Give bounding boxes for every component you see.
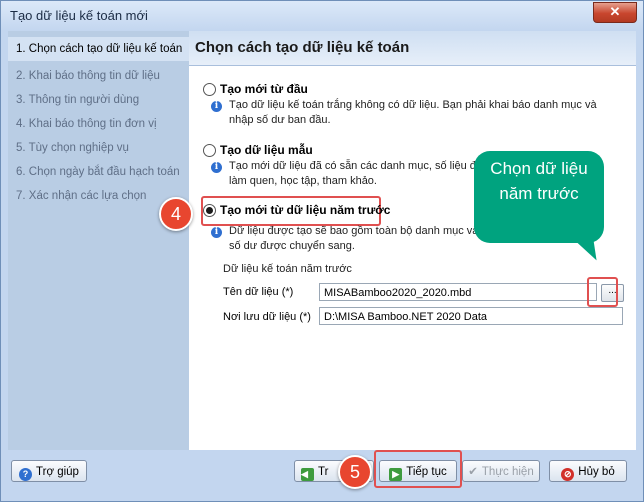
option-previous-year-radio[interactable] bbox=[203, 204, 216, 217]
step-2: 2. Khai báo thông tin dữ liệu bbox=[16, 70, 160, 82]
option-previous-year-desc: Dữ liệu được tạo sẽ bao gồm toàn bộ danh… bbox=[229, 225, 479, 252]
cancel-label: Hủy bỏ bbox=[578, 466, 615, 478]
step-badge-5: 5 bbox=[338, 455, 372, 489]
step-3: 3. Thông tin người dùng bbox=[16, 94, 140, 106]
option-sample-data-radio[interactable] bbox=[203, 144, 216, 157]
section-header: Chọn cách tạo dữ liệu kế toán bbox=[189, 31, 636, 66]
option-new-from-scratch-desc: Tạo dữ liệu kế toán trắng không có dữ li… bbox=[229, 99, 597, 126]
info-icon: i bbox=[211, 162, 222, 173]
option-previous-year-label[interactable]: Tạo mới từ dữ liệu năm trước bbox=[220, 203, 390, 217]
data-name-label: Tên dữ liệu (*) bbox=[223, 286, 294, 298]
data-name-field[interactable]: MISABamboo2020_2020.mbd bbox=[319, 283, 597, 301]
close-button[interactable]: ✕ bbox=[593, 2, 637, 23]
step-badge-4: 4 bbox=[159, 197, 193, 231]
callout-bubble: Chọn dữ liệu năm trước bbox=[474, 151, 604, 243]
step-1: 1. Chọn cách tạo dữ liệu kế toán bbox=[8, 37, 189, 61]
location-label: Nơi lưu dữ liệu (*) bbox=[223, 311, 311, 323]
check-icon: ✔ bbox=[468, 466, 478, 478]
dialog-window: Tạo dữ liệu kế toán mới ✕ 1. Chọn cách t… bbox=[0, 0, 644, 502]
option-sample-data-desc: Tạo mới dữ liệu đã có sẵn các danh mục, … bbox=[229, 160, 483, 187]
option-sample-data-label[interactable]: Tạo dữ liệu mẫu bbox=[220, 143, 313, 157]
button-bar: ? Trợ giúp ◀ Tr ▶ Tiếp tục ✔ Thực hiện ⊘ Hủy … bbox=[8, 450, 636, 492]
title-bar: Tạo dữ liệu kế toán mới ✕ bbox=[1, 1, 643, 31]
cancel-button[interactable]: ⊘ Hủy bỏ bbox=[549, 460, 627, 482]
back-label: Tr bbox=[318, 466, 329, 478]
group-label: Dữ liệu kế toán năm trước bbox=[223, 263, 352, 275]
window-title: Tạo dữ liệu kế toán mới bbox=[10, 8, 148, 23]
wizard-steps: 1. Chọn cách tạo dữ liệu kế toán 2. Khai… bbox=[8, 31, 189, 450]
help-label: Trợ giúp bbox=[36, 466, 79, 478]
finish-label: Thực hiện bbox=[481, 466, 534, 478]
step-7: 7. Xác nhận các lựa chọn bbox=[16, 190, 147, 202]
finish-button[interactable]: ✔ Thực hiện bbox=[462, 460, 540, 482]
help-icon: ? bbox=[19, 468, 33, 481]
page-title: Chọn cách tạo dữ liệu kế toán bbox=[195, 39, 410, 56]
option-new-from-scratch-label[interactable]: Tạo mới từ đầu bbox=[220, 82, 308, 96]
back-arrow-icon: ◀ bbox=[301, 468, 314, 481]
info-icon: i bbox=[211, 101, 222, 112]
step-5: 5. Tùy chọn nghiệp vụ bbox=[16, 142, 129, 154]
callout-text: Chọn dữ liệu năm trước bbox=[490, 159, 588, 203]
next-highlight bbox=[374, 450, 462, 488]
location-field[interactable]: D:\MISA Bamboo.NET 2020 Data bbox=[319, 307, 623, 325]
step-4: 4. Khai báo thông tin đơn vị bbox=[16, 118, 157, 130]
info-icon: i bbox=[211, 227, 222, 238]
option-new-from-scratch-radio[interactable] bbox=[203, 83, 216, 96]
step-6: 6. Chọn ngày bắt đầu hạch toán bbox=[16, 166, 180, 178]
dialog-body: 1. Chọn cách tạo dữ liệu kế toán 2. Khai… bbox=[8, 31, 636, 492]
cancel-icon: ⊘ bbox=[561, 468, 575, 481]
browse-highlight bbox=[587, 277, 618, 307]
help-button[interactable]: ? Trợ giúp bbox=[11, 460, 87, 482]
